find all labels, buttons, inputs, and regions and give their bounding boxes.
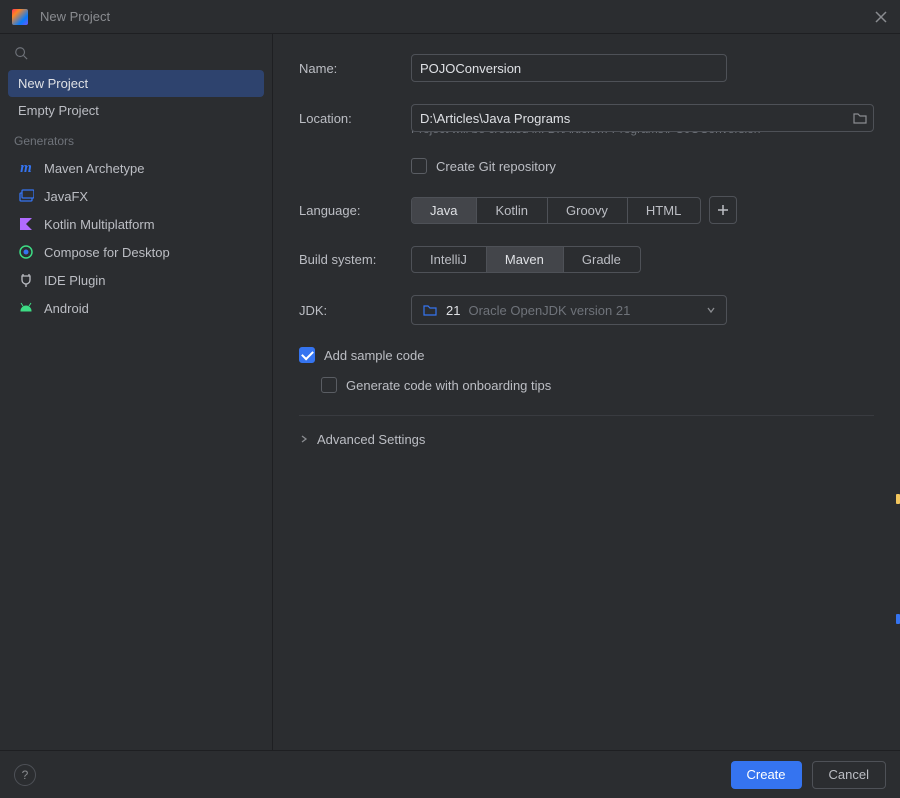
git-repo-checkbox[interactable]: Create Git repository (299, 158, 874, 174)
sidebar-item-label: Empty Project (18, 103, 99, 118)
sidebar-item-label: Maven Archetype (44, 161, 144, 176)
sidebar-item-new-project[interactable]: New Project (8, 70, 264, 97)
gutter-markers (894, 34, 900, 750)
language-html[interactable]: HTML (627, 198, 700, 223)
close-icon[interactable] (874, 10, 888, 24)
build-maven[interactable]: Maven (486, 247, 563, 272)
footer: ? Create Cancel (0, 750, 900, 798)
advanced-settings-toggle[interactable]: Advanced Settings (299, 415, 874, 447)
checkbox-icon (411, 158, 427, 174)
browse-folder-icon[interactable] (852, 110, 868, 126)
git-repo-label: Create Git repository (436, 159, 556, 174)
sidebar-item-kotlin-multiplatform[interactable]: Kotlin Multiplatform (8, 210, 264, 238)
sidebar-item-label: IDE Plugin (44, 273, 105, 288)
build-system-label: Build system: (299, 252, 411, 267)
plus-icon (717, 204, 729, 216)
sidebar-item-label: Compose for Desktop (44, 245, 170, 260)
advanced-settings-label: Advanced Settings (317, 432, 425, 447)
main-panel: Name: Location: Project will be created … (273, 34, 900, 750)
compose-icon (18, 244, 34, 260)
window-title: New Project (40, 9, 110, 24)
generators-header: Generators (8, 124, 264, 154)
language-label: Language: (299, 203, 411, 218)
build-intellij[interactable]: IntelliJ (412, 247, 486, 272)
sidebar-item-javafx[interactable]: JavaFX (8, 182, 264, 210)
jdk-label: JDK: (299, 303, 411, 318)
cancel-button[interactable]: Cancel (812, 761, 886, 789)
app-icon (12, 9, 28, 25)
language-java[interactable]: Java (412, 198, 476, 223)
onboarding-tips-checkbox[interactable]: Generate code with onboarding tips (299, 377, 874, 393)
language-segmented: Java Kotlin Groovy HTML (411, 197, 701, 224)
jdk-description: Oracle OpenJDK version 21 (468, 303, 630, 318)
plugin-icon (18, 272, 34, 288)
jdk-version: 21 (446, 303, 460, 318)
sidebar-item-ide-plugin[interactable]: IDE Plugin (8, 266, 264, 294)
add-sample-code-checkbox[interactable]: Add sample code (299, 347, 874, 363)
chevron-down-icon (706, 303, 716, 318)
name-input[interactable] (411, 54, 727, 82)
sidebar-item-label: Android (44, 301, 89, 316)
search-icon (14, 46, 28, 60)
sidebar-item-empty-project[interactable]: Empty Project (8, 97, 264, 124)
language-kotlin[interactable]: Kotlin (476, 198, 547, 223)
search-input[interactable] (8, 44, 264, 70)
build-gradle[interactable]: Gradle (563, 247, 640, 272)
build-segmented: IntelliJ Maven Gradle (411, 246, 641, 273)
sidebar-item-compose-desktop[interactable]: Compose for Desktop (8, 238, 264, 266)
android-icon (18, 300, 34, 316)
sidebar-item-label: Kotlin Multiplatform (44, 217, 155, 232)
sidebar: New Project Empty Project Generators m M… (0, 34, 273, 750)
sidebar-item-label: New Project (18, 76, 88, 91)
language-groovy[interactable]: Groovy (547, 198, 627, 223)
add-language-button[interactable] (709, 196, 737, 224)
checkbox-icon (321, 377, 337, 393)
location-input[interactable] (411, 104, 874, 132)
name-label: Name: (299, 61, 411, 76)
jdk-dropdown[interactable]: 21 Oracle OpenJDK version 21 (411, 295, 727, 325)
sidebar-item-android[interactable]: Android (8, 294, 264, 322)
javafx-icon (18, 188, 34, 204)
help-button[interactable]: ? (14, 764, 36, 786)
chevron-right-icon (299, 432, 309, 447)
jdk-folder-icon (422, 302, 438, 318)
checkbox-icon (299, 347, 315, 363)
kotlin-icon (18, 216, 34, 232)
maven-icon: m (18, 160, 34, 176)
create-button[interactable]: Create (731, 761, 802, 789)
location-label: Location: (299, 111, 411, 126)
add-sample-code-label: Add sample code (324, 348, 424, 363)
sidebar-item-maven-archetype[interactable]: m Maven Archetype (8, 154, 264, 182)
sidebar-item-label: JavaFX (44, 189, 88, 204)
onboarding-tips-label: Generate code with onboarding tips (346, 378, 551, 393)
titlebar: New Project (0, 0, 900, 34)
